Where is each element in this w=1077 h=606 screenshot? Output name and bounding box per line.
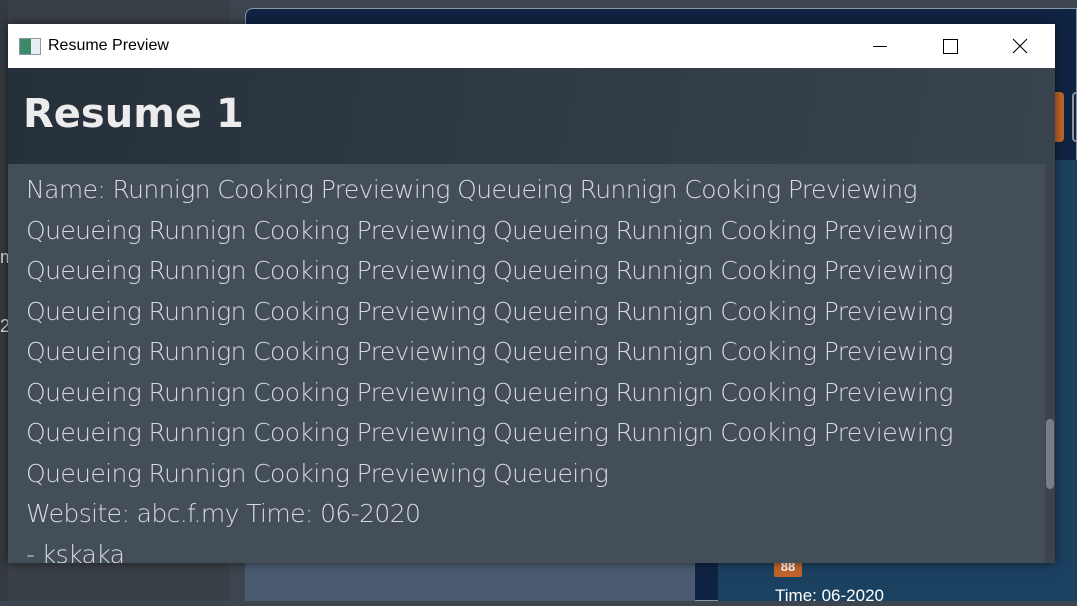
app-icon bbox=[19, 37, 41, 55]
minimize-button[interactable] bbox=[857, 24, 903, 68]
scrollbar-thumb[interactable] bbox=[1046, 419, 1054, 489]
close-icon bbox=[1012, 38, 1028, 54]
vertical-scrollbar[interactable] bbox=[1045, 164, 1055, 563]
resume-title: Resume 1 bbox=[23, 91, 244, 137]
background-panel bbox=[245, 560, 695, 601]
website-time-line: Website: abc.f.my Time: 06-2020 bbox=[26, 499, 421, 528]
content-line: Queueing Runnign Cooking Previewing Queu… bbox=[26, 337, 953, 366]
content-line: Name: Runnign Cooking Previewing Queuein… bbox=[26, 175, 918, 204]
content-line: - kskaka bbox=[26, 539, 125, 564]
content-line: Queueing Runnign Cooking Previewing Queu… bbox=[26, 256, 953, 285]
content-line: Queueing Runnign Cooking Previewing Queu… bbox=[26, 215, 953, 245]
content-line: Queueing Runnign Cooking Previewing Queu… bbox=[26, 418, 953, 447]
maximize-button[interactable] bbox=[927, 24, 973, 68]
title-bar[interactable]: Resume Preview bbox=[8, 24, 1055, 68]
background-time-label: Time: 06-2020 bbox=[775, 586, 884, 605]
background-gray-button[interactable] bbox=[1072, 92, 1077, 142]
resume-header: Resume 1 bbox=[8, 68, 1055, 164]
close-button[interactable] bbox=[997, 24, 1043, 68]
window-title: Resume Preview bbox=[48, 37, 169, 54]
content-line: Queueing Runnign Cooking Previewing Queu… bbox=[26, 296, 953, 326]
resume-preview-window: Resume Preview Resume 1 Name: Runnign Co… bbox=[8, 24, 1055, 563]
content-line: Queueing Runnign Cooking Previewing Queu… bbox=[26, 458, 609, 488]
minimize-icon bbox=[873, 46, 887, 47]
content-line: Queueing Runnign Cooking Previewing Queu… bbox=[26, 377, 953, 407]
resume-content: Name: Runnign Cooking Previewing Queuein… bbox=[8, 164, 1055, 563]
maximize-icon bbox=[943, 39, 958, 54]
